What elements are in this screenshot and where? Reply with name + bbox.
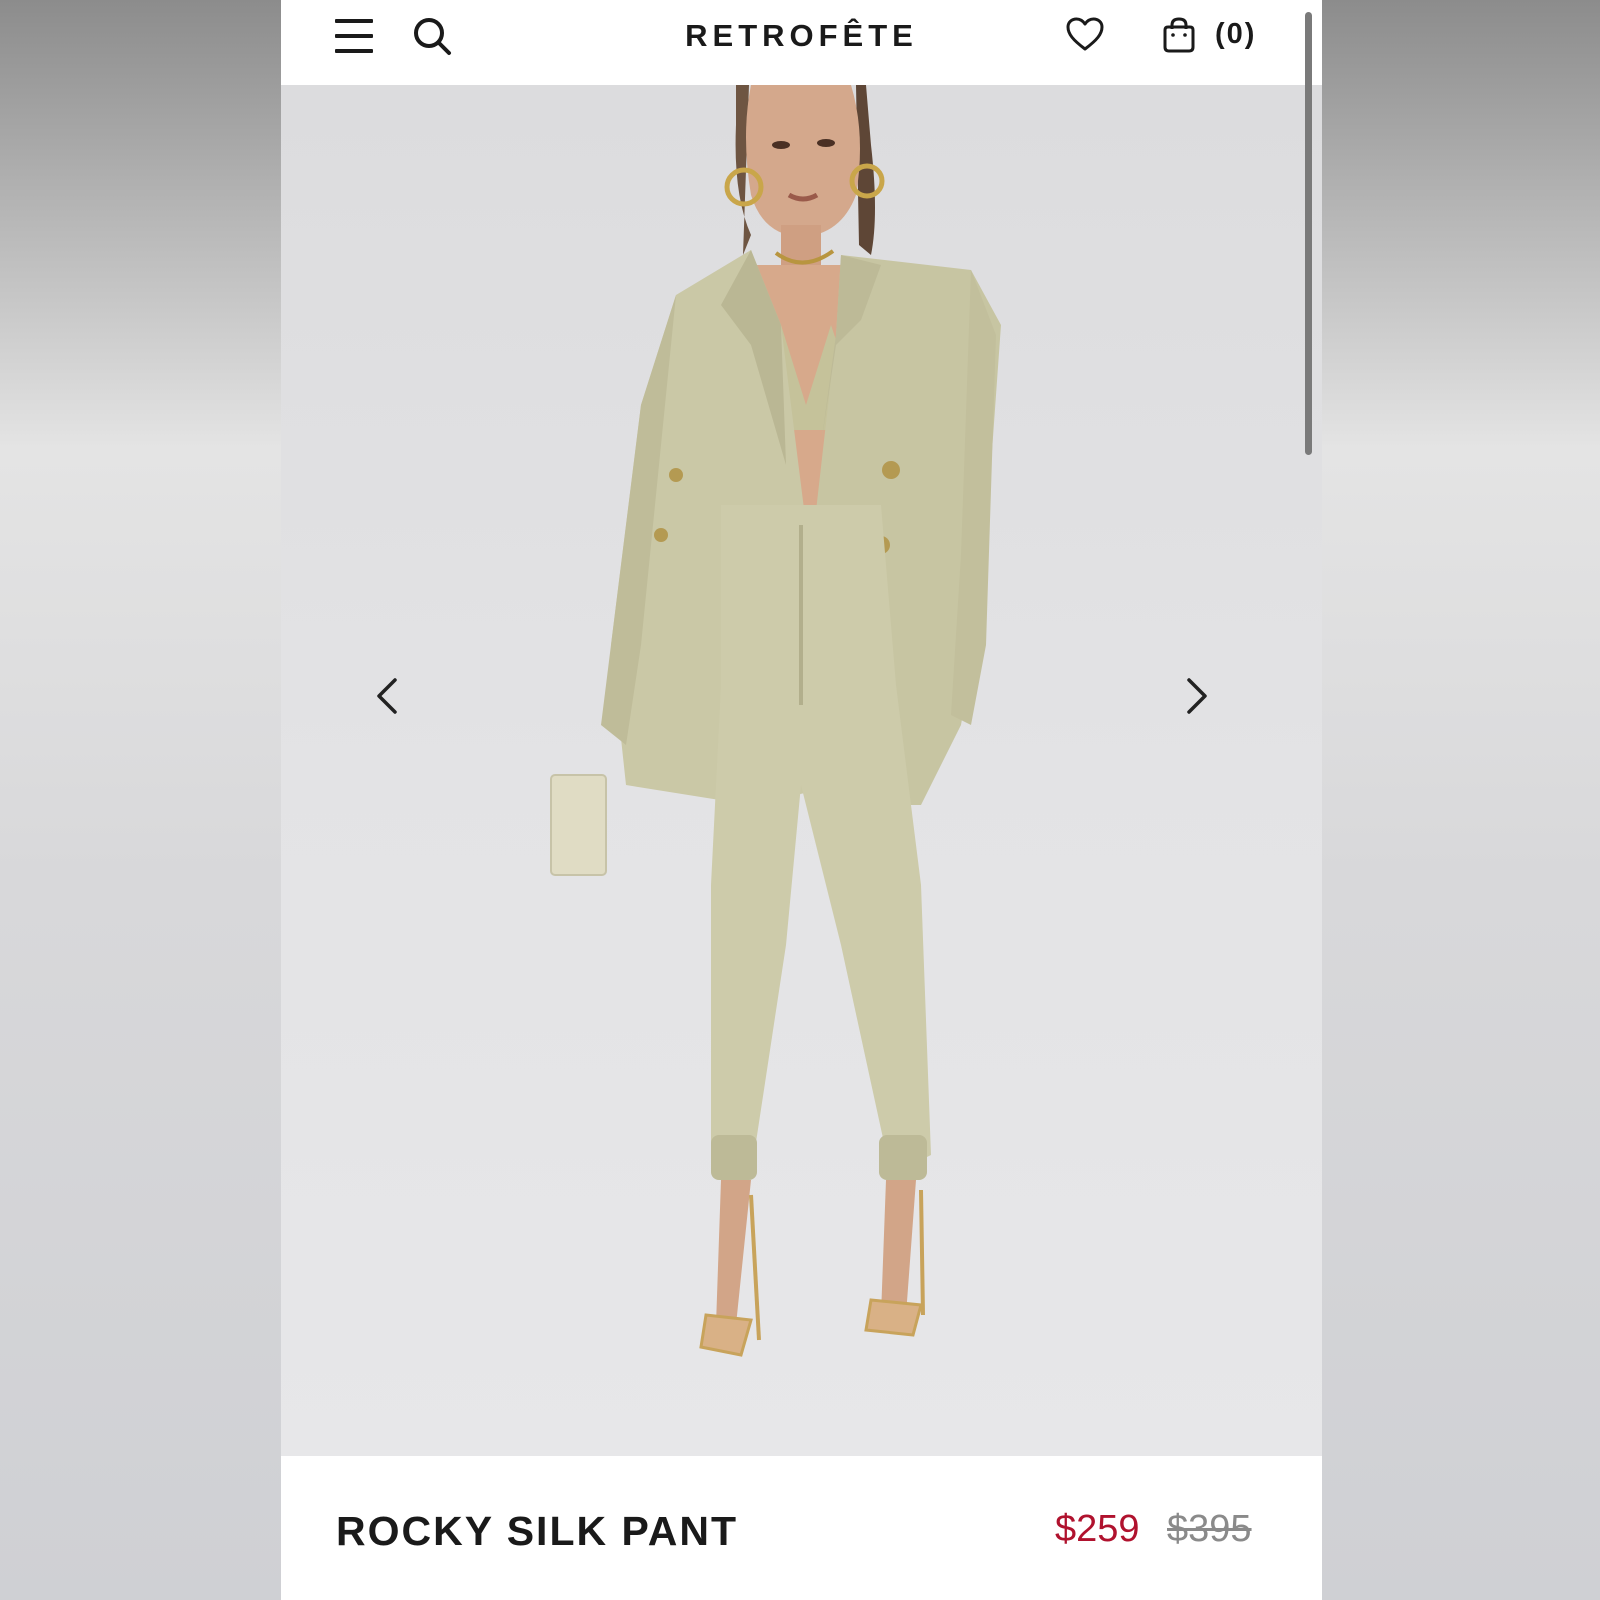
scrollbar[interactable] — [1305, 12, 1312, 455]
chevron-right-icon[interactable] — [1185, 676, 1225, 726]
product-info: ROCKY SILK PANT $259 $395 — [281, 1456, 1322, 1600]
product-image-gallery[interactable] — [281, 85, 1322, 1456]
heart-icon[interactable] — [1065, 16, 1105, 54]
sale-price: $259 — [1055, 1508, 1140, 1550]
chevron-left-icon[interactable] — [375, 676, 415, 726]
background-left — [0, 0, 281, 1600]
cart-count[interactable]: (0) — [1215, 18, 1256, 51]
shopping-bag-icon[interactable] — [1161, 16, 1197, 54]
original-price: $395 — [1167, 1508, 1252, 1550]
top-header: RETROFÊTE (0) — [281, 0, 1322, 85]
product-title: ROCKY SILK PANT — [336, 1508, 739, 1554]
phone-screen: RETROFÊTE (0) ROCKY SILK PANT $259 $395 — [281, 0, 1322, 1600]
product-photo — [550, 85, 1001, 1357]
background-right — [1322, 0, 1600, 1600]
